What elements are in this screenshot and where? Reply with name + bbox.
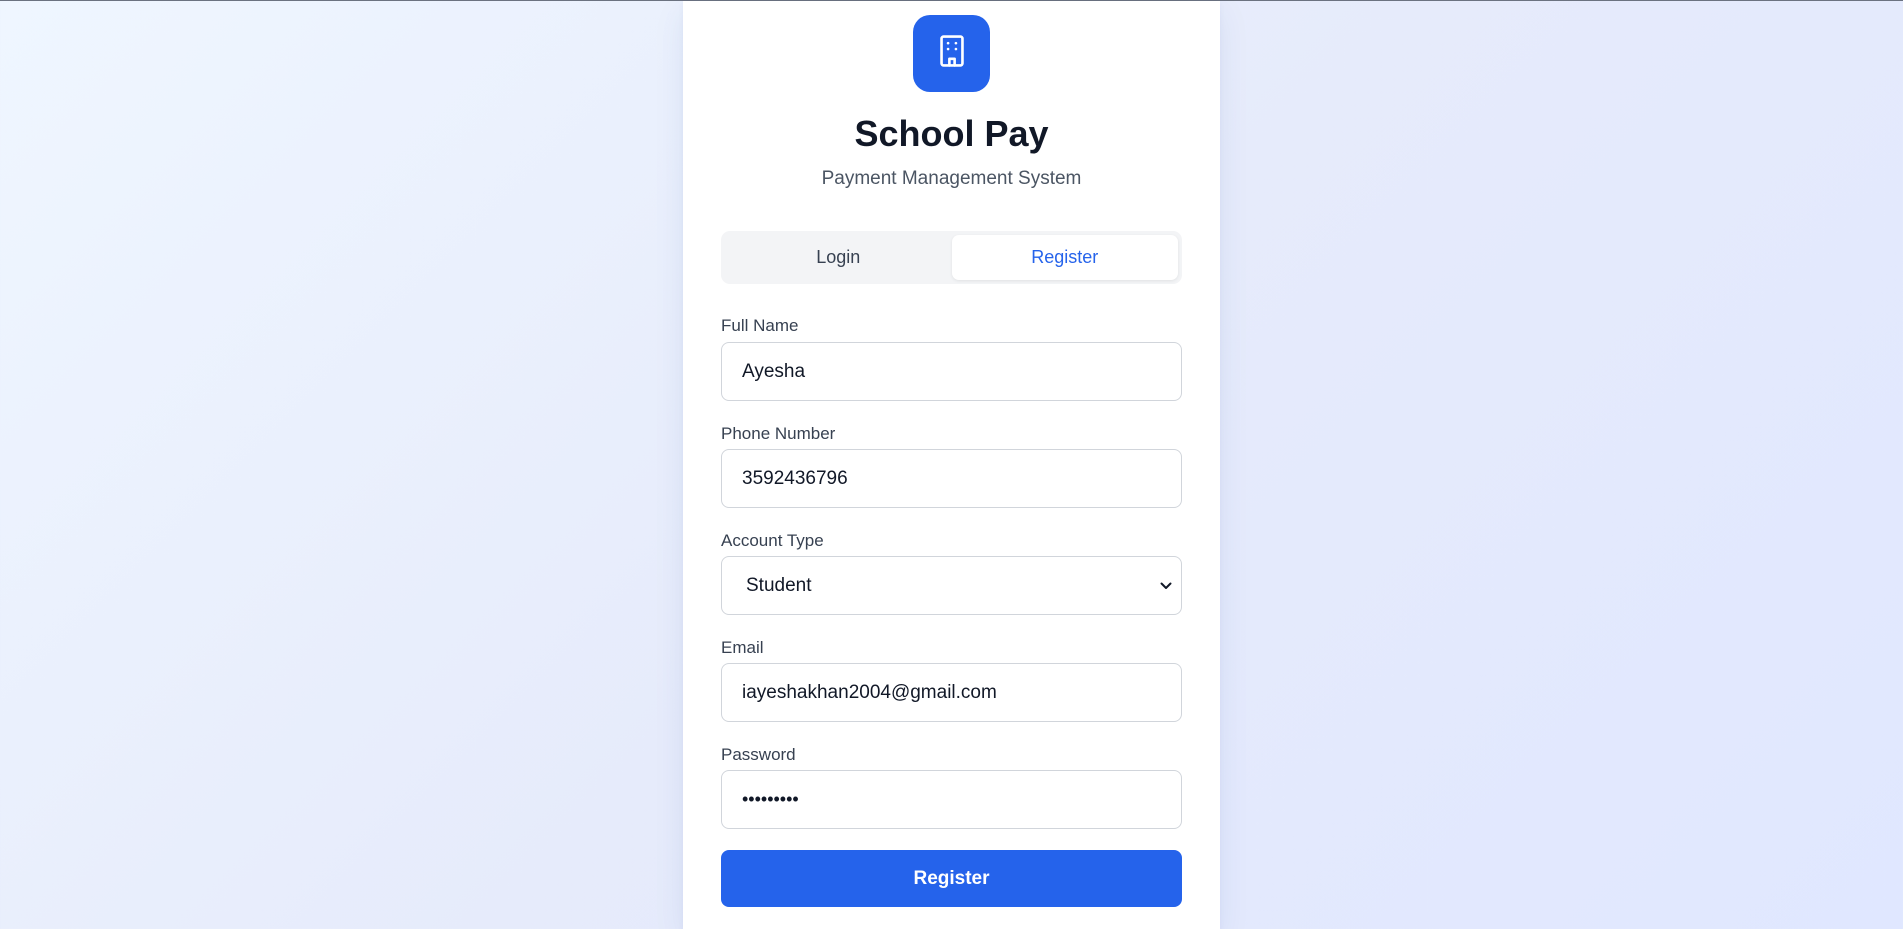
chevron-down-icon (1157, 577, 1175, 595)
phone-number-label: Phone Number (721, 424, 836, 443)
account-type-label: Account Type (721, 531, 824, 550)
full-name-field[interactable] (721, 342, 1182, 401)
password-label: Password (721, 745, 796, 764)
register-button[interactable]: Register (721, 850, 1182, 907)
account-type-select[interactable]: Student (721, 556, 1182, 615)
building-icon (936, 34, 968, 73)
auth-card: School Pay Payment Management System Log… (683, 1, 1220, 929)
email-label: Email (721, 638, 764, 657)
email-field[interactable] (721, 663, 1182, 722)
page-subtitle: Payment Management System (821, 168, 1082, 189)
auth-tabs: Login Register (721, 231, 1182, 284)
tab-login[interactable]: Login (725, 235, 952, 280)
phone-number-field[interactable] (721, 449, 1182, 508)
tab-register[interactable]: Register (951, 235, 1178, 280)
password-field[interactable]: ••••••••• (721, 770, 1182, 829)
page-title: School Pay (854, 113, 1049, 154)
logo (913, 15, 990, 92)
full-name-label: Full Name (721, 316, 799, 335)
account-type-value: Student (746, 574, 812, 596)
